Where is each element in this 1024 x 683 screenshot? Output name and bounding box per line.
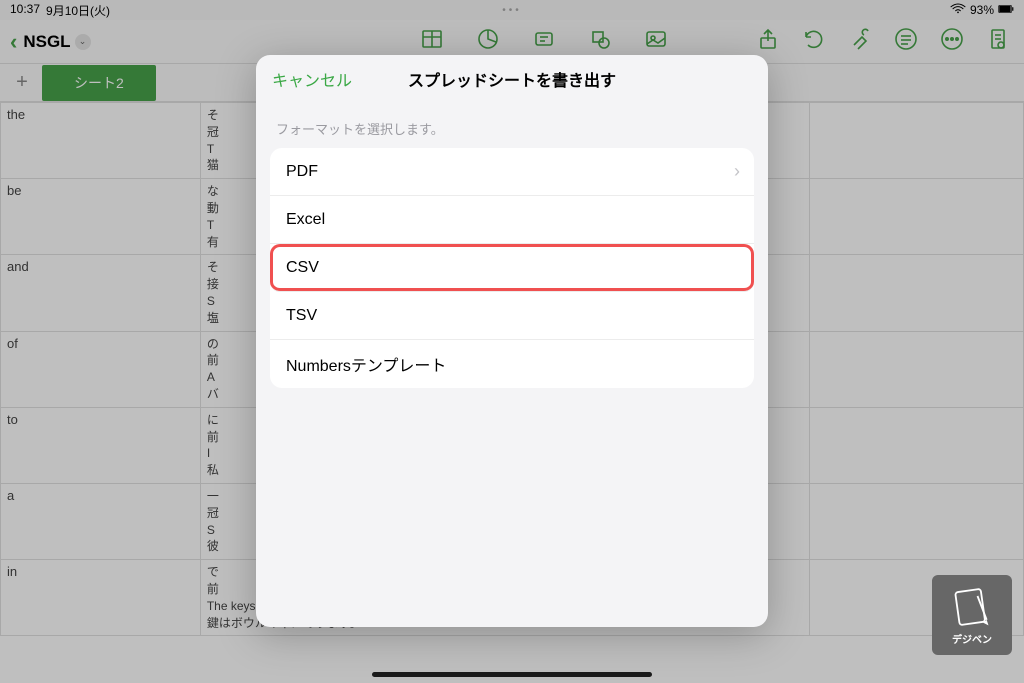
format-option-csv[interactable]: CSV: [270, 244, 754, 292]
format-option-list: PDF › Excel CSV TSV Numbersテンプレート: [270, 148, 754, 388]
modal-subtitle: フォーマットを選択します。: [256, 103, 768, 148]
tablet-pencil-icon: [950, 585, 994, 629]
cancel-button[interactable]: キャンセル: [272, 67, 352, 91]
export-modal: キャンセル スプレッドシートを書き出す フォーマットを選択します。 PDF › …: [256, 55, 768, 627]
home-indicator[interactable]: [372, 672, 652, 677]
format-label: PDF: [286, 163, 318, 181]
format-option-pdf[interactable]: PDF ›: [270, 148, 754, 196]
format-label: CSV: [286, 259, 319, 277]
format-label: Numbersテンプレート: [286, 352, 446, 376]
format-label: Excel: [286, 211, 325, 229]
format-option-tsv[interactable]: TSV: [270, 292, 754, 340]
watermark-badge: デジベン: [932, 575, 1012, 655]
format-option-excel[interactable]: Excel: [270, 196, 754, 244]
chevron-right-icon: ›: [734, 161, 740, 182]
format-label: TSV: [286, 307, 317, 325]
watermark-text: デジベン: [952, 631, 992, 646]
format-option-numbers-template[interactable]: Numbersテンプレート: [270, 340, 754, 388]
modal-title: スプレッドシートを書き出す: [408, 67, 616, 91]
